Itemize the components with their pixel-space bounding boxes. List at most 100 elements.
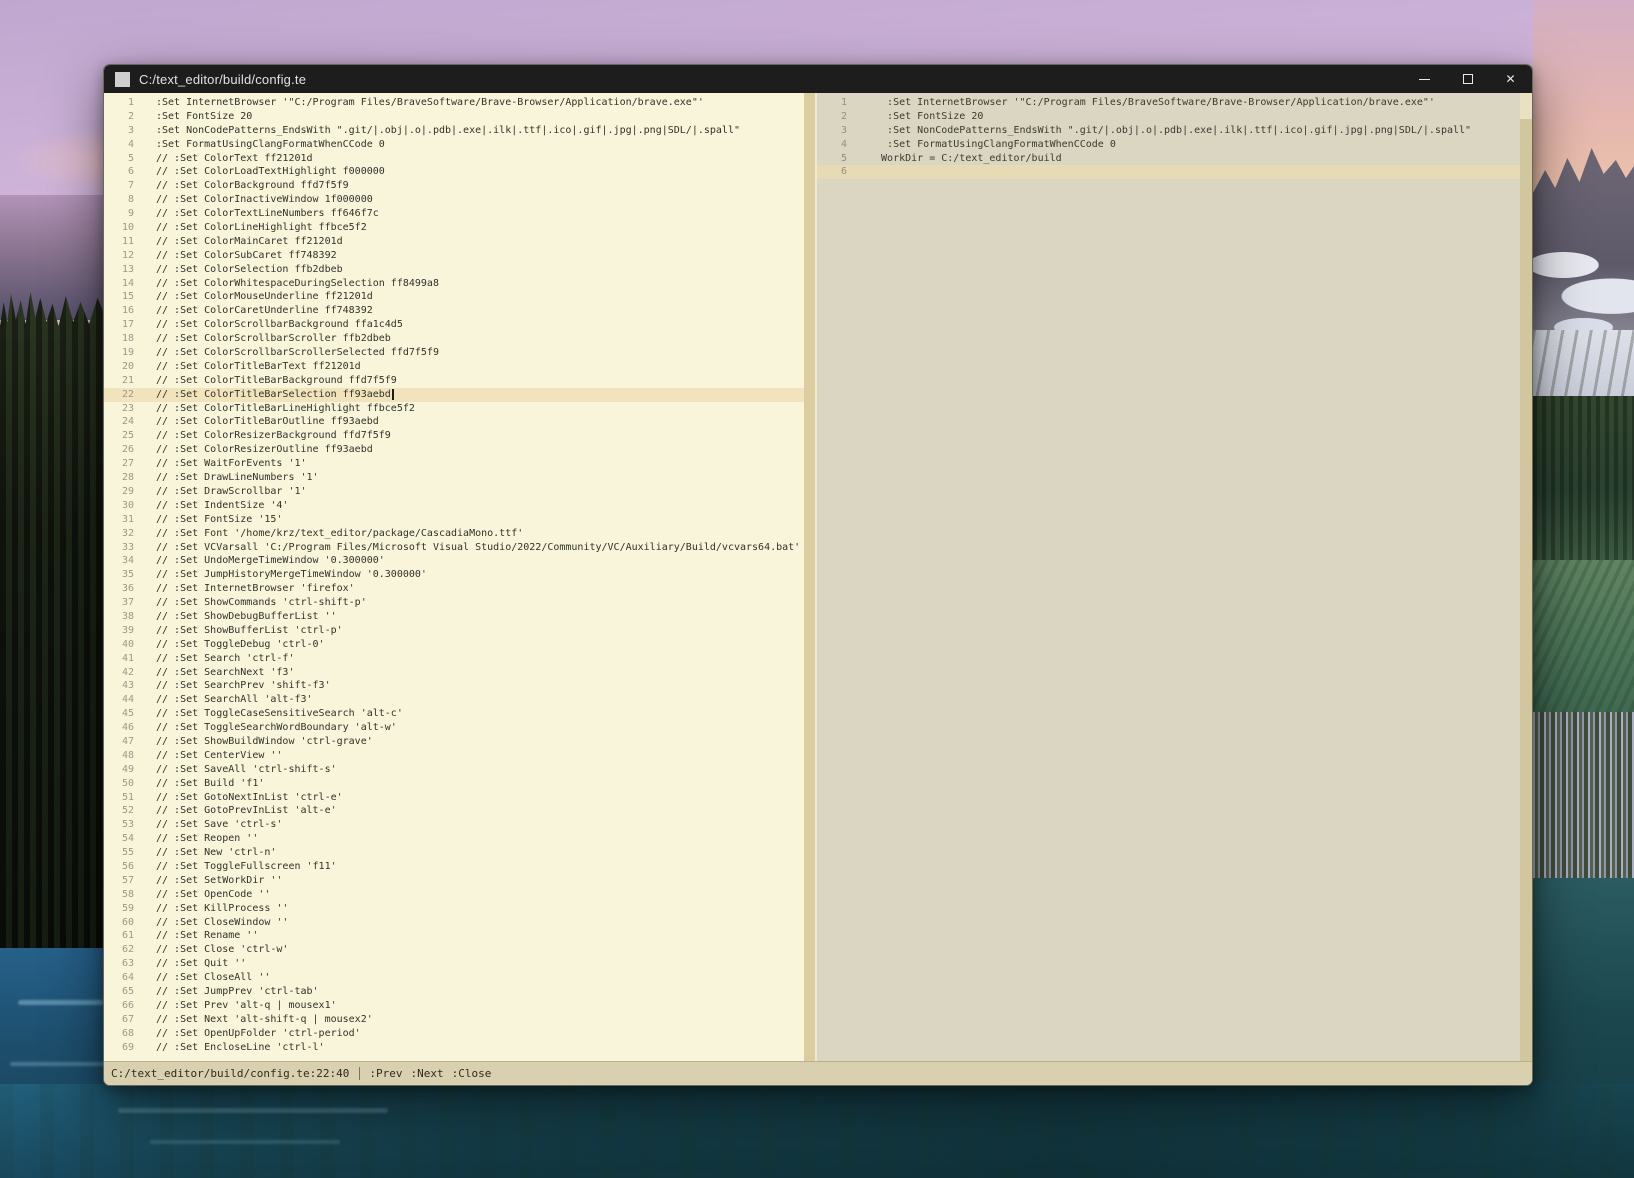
line-text: // :Set VCVarsall 'C:/Program Files/Micr… [142, 541, 800, 555]
code-line[interactable]: 47// :Set ShowBuildWindow 'ctrl-grave' [104, 735, 804, 749]
code-line[interactable]: 20// :Set ColorTitleBarText ff21201d [104, 360, 804, 374]
code-line[interactable]: 65// :Set JumpPrev 'ctrl-tab' [104, 985, 804, 999]
code-line[interactable]: 50// :Set Build 'f1' [104, 777, 804, 791]
statusbar-command-next[interactable]: :Next [411, 1067, 444, 1080]
code-line[interactable]: 38// :Set ShowDebugBufferList '' [104, 610, 804, 624]
code-line[interactable]: 42// :Set SearchNext 'f3' [104, 666, 804, 680]
code-line[interactable]: 14// :Set ColorWhitespaceDuringSelection… [104, 277, 804, 291]
line-number: 16 [104, 304, 134, 318]
code-line[interactable]: 6// :Set ColorLoadTextHighlight f000000 [104, 165, 804, 179]
code-line[interactable]: 41// :Set Search 'ctrl-f' [104, 652, 804, 666]
line-text: // :Set ColorTextLineNumbers ff646f7c [142, 207, 379, 221]
line-text: :Set FontSize 20 [855, 110, 983, 124]
code-line[interactable]: 16 // :Set ColorCaretUnderline ff748392 [104, 304, 804, 318]
code-line[interactable]: 63// :Set Quit '' [104, 957, 804, 971]
code-line[interactable]: 61// :Set Rename '' [104, 929, 804, 943]
code-line[interactable]: 56// :Set ToggleFullscreen 'f11' [104, 860, 804, 874]
code-line[interactable]: 17// :Set ColorScrollbarBackground ffa1c… [104, 318, 804, 332]
code-line[interactable]: 28// :Set DrawLineNumbers '1' [104, 471, 804, 485]
code-line[interactable]: 54// :Set Reopen '' [104, 832, 804, 846]
code-line[interactable]: 36// :Set InternetBrowser 'firefox' [104, 582, 804, 596]
code-line[interactable]: 33// :Set VCVarsall 'C:/Program Files/Mi… [104, 541, 804, 555]
code-line[interactable]: 12// :Set ColorSubCaret ff748392 [104, 249, 804, 263]
minimize-button[interactable] [1403, 65, 1446, 93]
code-line[interactable]: 53// :Set Save 'ctrl-s' [104, 818, 804, 832]
code-line[interactable]: 11// :Set ColorMainCaret ff21201d [104, 235, 804, 249]
code-line[interactable]: 66// :Set Prev 'alt-q | mousex1' [104, 999, 804, 1013]
code-line[interactable]: 1:Set InternetBrowser '"C:/Program Files… [104, 96, 804, 110]
line-number: 1 [817, 96, 847, 110]
code-line[interactable]: 3:Set NonCodePatterns_EndsWith ".git/|.o… [104, 124, 804, 138]
line-text: // :Set ColorInactiveWindow 1f000000 [142, 193, 373, 207]
code-line[interactable]: 44// :Set SearchAll 'alt-f3' [104, 693, 804, 707]
code-line[interactable]: 69 // :Set EncloseLine 'ctrl-l' [104, 1041, 804, 1055]
code-line[interactable]: 25// :Set ColorResizerBackground ffd7f5f… [104, 429, 804, 443]
titlebar[interactable]: C:/text_editor/build/config.te ✕ [104, 65, 1532, 93]
code-line[interactable]: 7// :Set ColorBackground ffd7f5f9 [104, 179, 804, 193]
line-text: // :Set EncloseLine 'ctrl-l' [142, 1041, 325, 1055]
code-line[interactable]: 27// :Set WaitForEvents '1' [104, 457, 804, 471]
code-line[interactable]: 1 :Set InternetBrowser '"C:/Program File… [817, 96, 1520, 110]
build-pane[interactable]: 1 :Set InternetBrowser '"C:/Program File… [817, 93, 1520, 1061]
code-line[interactable]: 2:Set FontSize 20 [104, 110, 804, 124]
code-line[interactable]: 26// :Set ColorResizerOutline ff93aebd [104, 443, 804, 457]
line-text: // :Set ColorCaretUnderline ff748392 [142, 304, 373, 318]
code-line[interactable]: 57// :Set SetWorkDir '' [104, 874, 804, 888]
code-line[interactable]: 5// :Set ColorText ff21201d [104, 152, 804, 166]
code-line[interactable]: 4 :Set FormatUsingClangFormatWhenCCode 0 [817, 138, 1520, 152]
editor-pane-config[interactable]: 1:Set InternetBrowser '"C:/Program Files… [104, 93, 804, 1061]
line-number: 56 [104, 860, 134, 874]
right-pane-scrollbar[interactable] [1520, 93, 1532, 1061]
right-scrollbar-thumb[interactable] [1520, 93, 1532, 119]
statusbar-command-prev[interactable]: :Prev [369, 1067, 402, 1080]
code-line[interactable]: 10// :Set ColorLineHighlight ffbce5f2 [104, 221, 804, 235]
code-line[interactable]: 22// :Set ColorTitleBarSelection ff93aeb… [104, 388, 804, 402]
code-line[interactable]: 48// :Set CenterView '' [104, 749, 804, 763]
code-line[interactable]: 19// :Set ColorScrollbarScrollerSelected… [104, 346, 804, 360]
code-line[interactable]: 51// :Set GotoNextInList 'ctrl-e' [104, 791, 804, 805]
code-line[interactable]: 68// :Set OpenUpFolder 'ctrl-period' [104, 1027, 804, 1041]
code-line[interactable]: 4:Set FormatUsingClangFormatWhenCCode 0 [104, 138, 804, 152]
line-number: 49 [104, 763, 134, 777]
code-line[interactable]: 24// :Set ColorTitleBarOutline ff93aebd [104, 415, 804, 429]
code-line[interactable]: 62// :Set Close 'ctrl-w' [104, 943, 804, 957]
code-line[interactable]: 55// :Set New 'ctrl-n' [104, 846, 804, 860]
code-line[interactable]: 67// :Set Next 'alt-shift-q | mousex2' [104, 1013, 804, 1027]
code-line[interactable]: 31// :Set FontSize '15' [104, 513, 804, 527]
line-number: 29 [104, 485, 134, 499]
line-number: 41 [104, 652, 134, 666]
code-line[interactable]: 40// :Set ToggleDebug 'ctrl-0' [104, 638, 804, 652]
statusbar-command-close[interactable]: :Close [452, 1067, 492, 1080]
code-line[interactable]: 3 :Set NonCodePatterns_EndsWith ".git/|.… [817, 124, 1520, 138]
code-line[interactable]: 45// :Set ToggleCaseSensitiveSearch 'alt… [104, 707, 804, 721]
code-line[interactable]: 23// :Set ColorTitleBarLineHighlight ffb… [104, 402, 804, 416]
code-line[interactable]: 2 :Set FontSize 20 [817, 110, 1520, 124]
code-line[interactable]: 39// :Set ShowBufferList 'ctrl-p' [104, 624, 804, 638]
code-line[interactable]: 43// :Set SearchPrev 'shift-f3' [104, 679, 804, 693]
code-line[interactable]: 21// :Set ColorTitleBarBackground ffd7f5… [104, 374, 804, 388]
code-line[interactable]: 34// :Set UndoMergeTimeWindow '0.300000' [104, 554, 804, 568]
close-button[interactable]: ✕ [1489, 65, 1532, 93]
code-line[interactable]: 64// :Set CloseAll '' [104, 971, 804, 985]
code-line[interactable]: 18// :Set ColorScrollbarScroller ffb2dbe… [104, 332, 804, 346]
code-line[interactable]: 30// :Set IndentSize '4' [104, 499, 804, 513]
code-line[interactable]: 60// :Set CloseWindow '' [104, 916, 804, 930]
code-line[interactable]: 8// :Set ColorInactiveWindow 1f000000 [104, 193, 804, 207]
line-number: 69 [104, 1041, 134, 1055]
code-line[interactable]: 59// :Set KillProcess '' [104, 902, 804, 916]
code-line[interactable]: 58// :Set OpenCode '' [104, 888, 804, 902]
code-line[interactable]: 37// :Set ShowCommands 'ctrl-shift-p' [104, 596, 804, 610]
maximize-button[interactable] [1446, 65, 1489, 93]
code-line[interactable]: 15// :Set ColorMouseUnderline ff21201d [104, 290, 804, 304]
code-line[interactable]: 32// :Set Font '/home/krz/text_editor/pa… [104, 527, 804, 541]
code-line[interactable]: 35// :Set JumpHistoryMergeTimeWindow '0.… [104, 568, 804, 582]
code-line[interactable]: 13// :Set ColorSelection ffb2dbeb [104, 263, 804, 277]
code-line[interactable]: 6 [817, 165, 1520, 179]
code-line[interactable]: 46// :Set ToggleSearchWordBoundary 'alt-… [104, 721, 804, 735]
code-line[interactable]: 49// :Set SaveAll 'ctrl-shift-s' [104, 763, 804, 777]
code-line[interactable]: 9// :Set ColorTextLineNumbers ff646f7c [104, 207, 804, 221]
code-line[interactable]: 5 WorkDir = C:/text_editor/build [817, 152, 1520, 166]
left-pane-scrollbar[interactable] [804, 93, 817, 1061]
code-line[interactable]: 29// :Set DrawScrollbar '1' [104, 485, 804, 499]
code-line[interactable]: 52// :Set GotoPrevInList 'alt-e' [104, 804, 804, 818]
